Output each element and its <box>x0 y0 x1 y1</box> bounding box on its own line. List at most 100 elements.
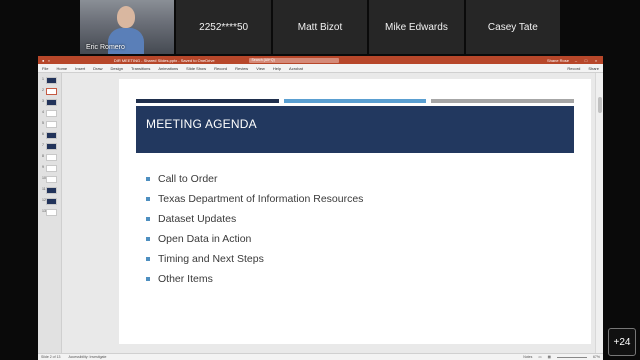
bullet-square-icon <box>146 277 150 281</box>
ribbon-tab-acrobat[interactable]: Acrobat <box>289 66 303 71</box>
slide-thumbnail-image <box>46 165 57 172</box>
view-normal-icon[interactable]: ▭ <box>538 355 541 359</box>
ribbon-tab-insert[interactable]: Insert <box>75 66 85 71</box>
ribbon-tab-file[interactable]: File <box>42 66 48 71</box>
slide-thumbnail[interactable]: 12 <box>42 198 58 207</box>
status-right: Notes ▭ ▦ 67% <box>523 355 600 359</box>
bullet-square-icon <box>146 237 150 241</box>
share-button[interactable]: Share <box>588 66 599 71</box>
agenda-item-text: Timing and Next Steps <box>158 253 264 265</box>
maximize-icon[interactable]: □ <box>583 58 589 63</box>
agenda-item: Open Data in Action <box>146 229 363 249</box>
participant-name: Mike Edwards <box>385 21 448 33</box>
agenda-item: Texas Department of Information Resource… <box>146 189 363 209</box>
agenda-item: Call to Order <box>146 169 363 189</box>
accessibility-status[interactable]: Accessibility: Investigate <box>68 355 106 359</box>
decorative-bars <box>136 99 575 103</box>
ribbon-tab-design[interactable]: Design <box>110 66 122 71</box>
minimize-icon[interactable]: – <box>573 58 579 63</box>
participant-strip: Eric Romero 2252****50 Matt Bizot Mike E… <box>80 0 561 54</box>
slide-thumbnail[interactable]: 8 <box>42 154 58 163</box>
scroll-thumb[interactable] <box>598 97 602 113</box>
slide-thumbnail[interactable]: 13 <box>42 209 58 218</box>
slide-thumbnail-image <box>46 110 57 117</box>
slide-thumbnail[interactable]: 5 <box>42 121 58 130</box>
agenda-list: Call to Order Texas Department of Informa… <box>146 169 363 289</box>
slide-thumbnail-image <box>46 132 57 139</box>
slide-title: MEETING AGENDA <box>136 106 574 153</box>
document-title: DIR MEETING - Shared Slides.pptx - Saved… <box>113 57 215 63</box>
participant-name: 2252****50 <box>199 21 249 33</box>
slide-thumbnail-image <box>46 88 57 95</box>
bullet-square-icon <box>146 257 150 261</box>
autosave-toggle[interactable]: ● <box>42 58 44 63</box>
participant-name: Matt Bizot <box>297 21 343 33</box>
screen: Eric Romero 2252****50 Matt Bizot Mike E… <box>0 0 640 360</box>
slide-thumbnail[interactable]: 11 <box>42 187 58 196</box>
save-icon[interactable]: ▪ <box>48 58 49 63</box>
slide-thumbnail[interactable]: 6 <box>42 132 58 141</box>
zoom-level[interactable]: 67% <box>593 355 600 359</box>
agenda-item: Dataset Updates <box>146 209 363 229</box>
slide-counter: Slide 2 of 13 <box>41 355 61 359</box>
more-participants-badge[interactable]: +24 <box>608 328 636 356</box>
ribbon-tab-draw[interactable]: Draw <box>93 66 102 71</box>
zoom-slider[interactable] <box>556 356 587 358</box>
slide-thumbnail-image <box>46 187 57 194</box>
ribbon-tab-animations[interactable]: Animations <box>158 66 178 71</box>
slide-thumbnail-image <box>46 99 57 106</box>
ribbon-tab-slide-show[interactable]: Slide Show <box>186 66 206 71</box>
status-bar: Slide 2 of 13 Accessibility: Investigate… <box>38 353 603 360</box>
participant-tile[interactable]: Casey Tate <box>465 0 561 54</box>
ribbon-tab-review[interactable]: Review <box>235 66 248 71</box>
powerpoint-window: ● ▪ DIR MEETING - Shared Slides.pptx - S… <box>38 56 603 360</box>
slide-canvas: MEETING AGENDA Call to Order Texas Depart… <box>62 73 595 353</box>
notes-button[interactable]: Notes <box>523 355 532 359</box>
agenda-item-text: Dataset Updates <box>158 213 237 225</box>
agenda-item-text: Texas Department of Information Resource… <box>158 193 364 205</box>
slide-thumbnail[interactable]: 3 <box>42 99 58 108</box>
ribbon-tab-help[interactable]: Help <box>273 66 281 71</box>
slide-thumbnail[interactable]: 9 <box>42 165 58 174</box>
participant-tile[interactable]: Matt Bizot <box>272 0 368 54</box>
slide-thumbnail[interactable]: 7 <box>42 143 58 152</box>
slide-thumbnail[interactable]: 4 <box>42 110 58 119</box>
participant-name: Eric Romero <box>86 44 125 51</box>
participant-tile[interactable]: 2252****50 <box>176 0 271 54</box>
ribbon-tab-transitions[interactable]: Transitions <box>131 66 150 71</box>
slide-thumbnail-image <box>46 121 57 128</box>
slide-thumbnail-image <box>46 176 57 183</box>
ribbon-tabs: File Home Insert Draw Design Transitions Anima… <box>38 64 603 73</box>
participant-name: Casey Tate <box>487 21 538 33</box>
agenda-item: Timing and Next Steps <box>146 249 363 269</box>
view-sorter-icon[interactable]: ▦ <box>548 355 551 359</box>
record-button[interactable]: Record <box>567 66 580 71</box>
agenda-item-text: Open Data in Action <box>158 233 252 245</box>
agenda-item-text: Call to Order <box>158 173 218 185</box>
participant-tile-video[interactable]: Eric Romero <box>80 0 175 54</box>
slide-thumbnail[interactable]: 2 <box>42 88 58 97</box>
title-bar: ● ▪ DIR MEETING - Shared Slides.pptx - S… <box>38 56 603 64</box>
ribbon-tab-view[interactable]: View <box>256 66 265 71</box>
ribbon-tab-record[interactable]: Record <box>214 66 227 71</box>
agenda-item: Other Items <box>146 269 363 289</box>
slide-thumbnail-image <box>46 209 57 216</box>
slide-thumbnail-pane[interactable]: 1 2 3 4 5 6 7 8 9 10 11 12 13 <box>38 73 62 353</box>
bullet-square-icon <box>146 197 150 201</box>
ribbon-tab-home[interactable]: Home <box>56 66 67 71</box>
vertical-scrollbar[interactable] <box>595 73 603 353</box>
participant-tile[interactable]: Mike Edwards <box>369 0 464 54</box>
close-icon[interactable]: × <box>593 58 599 63</box>
bullet-square-icon <box>146 217 150 221</box>
slide-thumbnail-image <box>46 198 57 205</box>
slide-thumbnail-image <box>46 143 57 150</box>
slide-thumbnail[interactable]: 1 <box>42 77 58 86</box>
slide-thumbnail[interactable]: 10 <box>42 176 58 185</box>
slide[interactable]: MEETING AGENDA Call to Order Texas Depart… <box>119 79 591 344</box>
bullet-square-icon <box>146 177 150 181</box>
slide-thumbnail-image <box>46 77 57 84</box>
search-input[interactable]: Search (Alt+Q) <box>248 57 339 63</box>
ribbon-right: Record Share <box>567 66 599 71</box>
account-name[interactable]: Shane Rose <box>547 58 569 63</box>
workspace: 1 2 3 4 5 6 7 8 9 10 11 12 13 MEETING AGENDA Call to… <box>38 73 603 353</box>
